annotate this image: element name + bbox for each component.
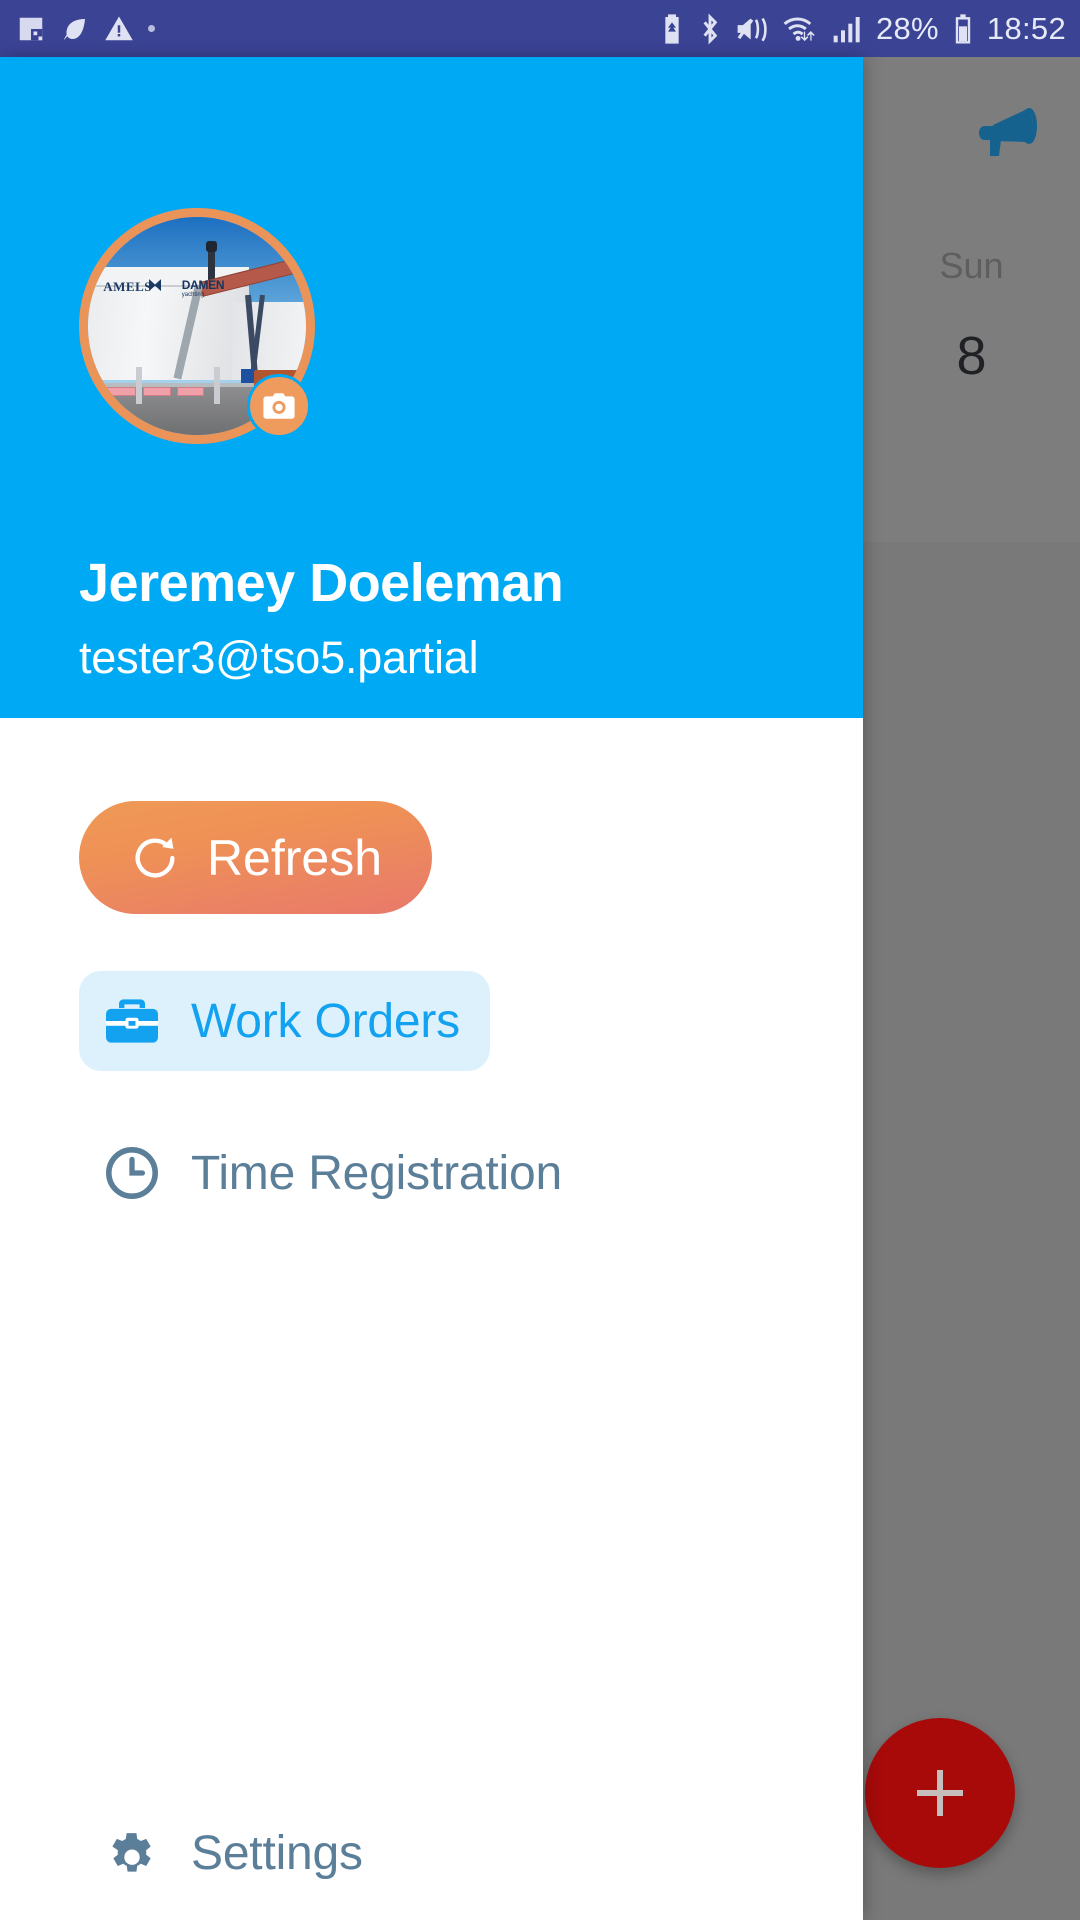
status-dot-icon: [148, 25, 155, 32]
wifi-icon: [783, 17, 815, 41]
bluetooth-icon: [703, 12, 718, 45]
plus-icon: [917, 1770, 963, 1816]
sidebar-item-settings[interactable]: Settings: [79, 1803, 393, 1903]
change-photo-button[interactable]: [247, 374, 311, 438]
clock-time-label: 18:52: [986, 10, 1066, 46]
sidebar-item-time-registration[interactable]: Time Registration: [79, 1123, 592, 1223]
add-fab-button[interactable]: [865, 1718, 1015, 1868]
briefcase-icon: [101, 995, 163, 1047]
mute-vibrate-icon: [737, 17, 767, 42]
photo-brand-damen: DAMEN yachting: [181, 278, 225, 299]
drawer-menu: Refresh Work Orders Time Registration Se…: [0, 718, 863, 1920]
sidebar-item-label: Settings: [191, 1826, 363, 1880]
profile-email: tester3@tso5.partial: [79, 632, 479, 683]
status-bar-left-icons: [16, 14, 155, 44]
calendar-date-number: 8: [956, 326, 987, 386]
status-bar: 28% 18:52: [0, 0, 1080, 57]
navigation-drawer: AMELS DAMEN yachting Jeremey Doeleman te…: [0, 57, 863, 1920]
sidebar-item-label: Time Registration: [191, 1146, 562, 1200]
calendar-day-label: Sun: [939, 245, 1004, 286]
avatar[interactable]: AMELS DAMEN yachting: [79, 208, 315, 444]
warning-triangle-icon: [105, 16, 133, 40]
leaf-icon: [63, 18, 85, 40]
app-screen: Sun 8 28% 18:52 AMELS DAMEN yachting Jer…: [0, 0, 1080, 1920]
gear-icon: [101, 1825, 163, 1881]
signal-bars-icon: [833, 16, 860, 42]
refresh-icon: [135, 837, 175, 877]
battery-saver-icon: [665, 13, 679, 44]
clock-icon: [101, 1144, 163, 1202]
battery-icon: [955, 13, 971, 44]
battery-percent-label: 28%: [875, 10, 939, 46]
megaphone-icon[interactable]: [975, 104, 1039, 165]
status-bar-right-icons: 28% 18:52: [659, 11, 1066, 47]
sidebar-item-work-orders[interactable]: Work Orders: [79, 971, 490, 1071]
profile-name: Jeremey Doeleman: [79, 553, 564, 613]
refresh-label: Refresh: [206, 829, 383, 886]
sidebar-item-label: Work Orders: [191, 994, 460, 1048]
screenshot-icon: [19, 17, 43, 40]
photo-brand-amels: AMELS: [103, 279, 152, 295]
refresh-button[interactable]: Refresh: [79, 801, 432, 914]
camera-icon: [263, 393, 295, 419]
drawer-header: AMELS DAMEN yachting Jeremey Doeleman te…: [0, 57, 863, 718]
